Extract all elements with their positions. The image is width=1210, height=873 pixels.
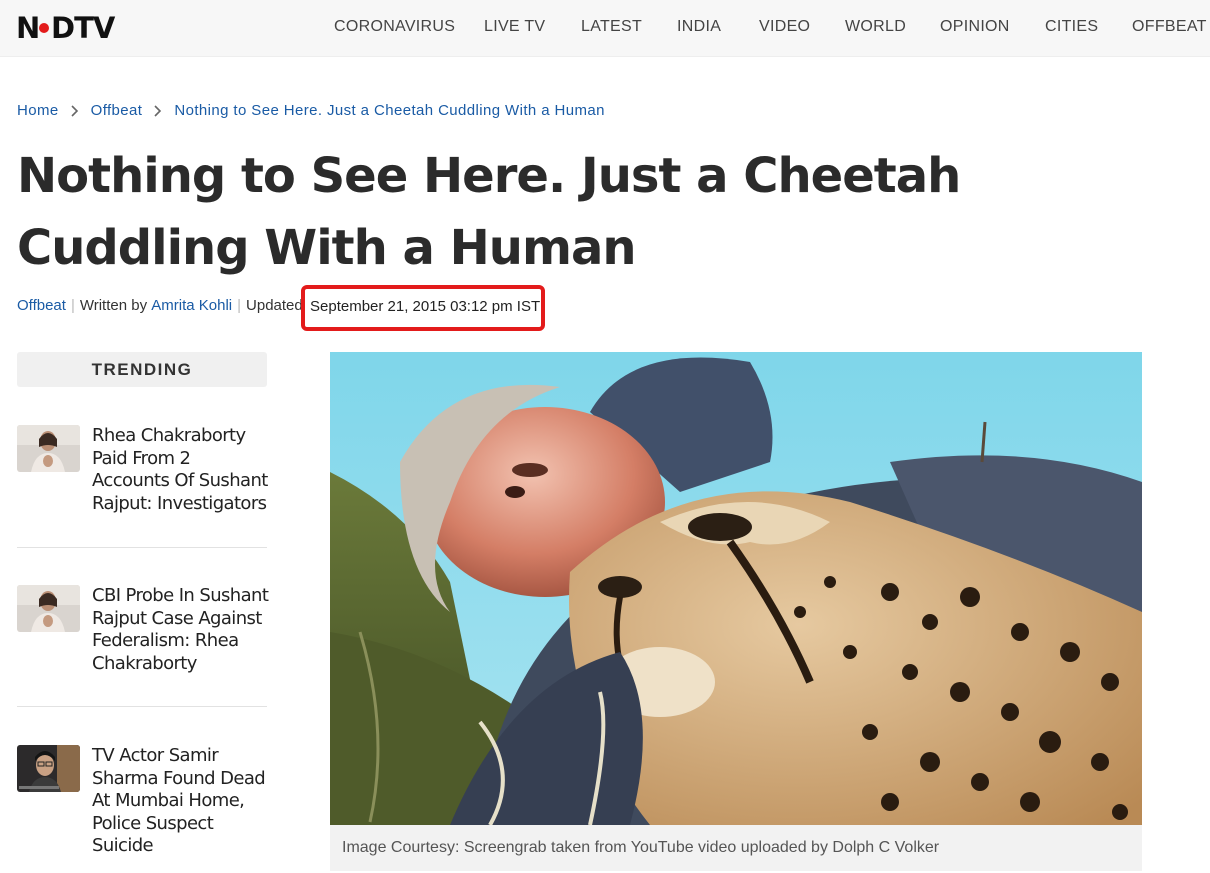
breadcrumb: Home Offbeat Nothing to See Here. Just a C… — [17, 102, 605, 119]
meta-divider: | — [70, 297, 75, 314]
breadcrumb-offbeat-link[interactable]: Offbeat — [91, 102, 143, 119]
chevron-right-icon — [154, 105, 162, 117]
article-hero-image — [330, 352, 1142, 825]
nav-item-latest[interactable]: LATEST — [581, 18, 642, 36]
trending-title[interactable]: TV Actor Samir Sharma Found Dead At Mumb… — [92, 745, 272, 858]
article-meta: Offbeat | Written by Amrita Kohli | Updated: — [17, 297, 307, 314]
svg-text:N: N — [16, 13, 39, 41]
article-date: September 21, 2015 03:12 pm IST — [310, 298, 541, 315]
nav-item-opinion[interactable]: OPINION — [940, 18, 1010, 36]
top-navbar: N DTV CORONAVIRUS LIVE TV LATEST INDIA V… — [0, 0, 1210, 57]
nav-item-coronavirus[interactable]: CORONAVIRUS — [334, 18, 455, 36]
written-by-label: Written by — [79, 297, 148, 314]
chevron-right-icon — [71, 105, 79, 117]
svg-text:DTV: DTV — [51, 13, 116, 41]
trending-title[interactable]: Rhea Chakraborty Paid From 2 Accounts Of… — [92, 425, 272, 515]
trending-heading: TRENDING — [17, 352, 267, 387]
author-link[interactable]: Amrita Kohli — [151, 297, 232, 314]
nav-item-world[interactable]: WORLD — [845, 18, 906, 36]
breadcrumb-home-link[interactable]: Home — [17, 102, 59, 119]
updated-label: Updated: — [246, 297, 307, 314]
ndtv-logo[interactable]: N DTV — [16, 13, 138, 41]
trending-thumbnail[interactable] — [17, 585, 80, 632]
nav-item-cities[interactable]: CITIES — [1045, 18, 1098, 36]
image-caption: Image Courtesy: Screengrab taken from Yo… — [330, 825, 1142, 871]
trending-divider — [17, 706, 267, 707]
article-title: Nothing to See Here. Just a Cheetah Cudd… — [17, 148, 961, 276]
meta-divider: | — [237, 297, 242, 314]
nav-item-live-tv[interactable]: LIVE TV — [484, 18, 545, 36]
breadcrumb-current-link[interactable]: Nothing to See Here. Just a Cheetah Cudd… — [174, 102, 605, 119]
trending-divider — [17, 547, 267, 548]
trending-thumbnail[interactable] — [17, 425, 80, 472]
nav-item-india[interactable]: INDIA — [677, 18, 721, 36]
category-link[interactable]: Offbeat — [17, 297, 66, 314]
nav-item-video[interactable]: VIDEO — [759, 18, 810, 36]
trending-thumbnail[interactable] — [17, 745, 80, 792]
nav-item-offbeat[interactable]: OFFBEAT — [1132, 18, 1207, 36]
trending-title[interactable]: CBI Probe In Sushant Rajput Case Against… — [92, 585, 272, 675]
